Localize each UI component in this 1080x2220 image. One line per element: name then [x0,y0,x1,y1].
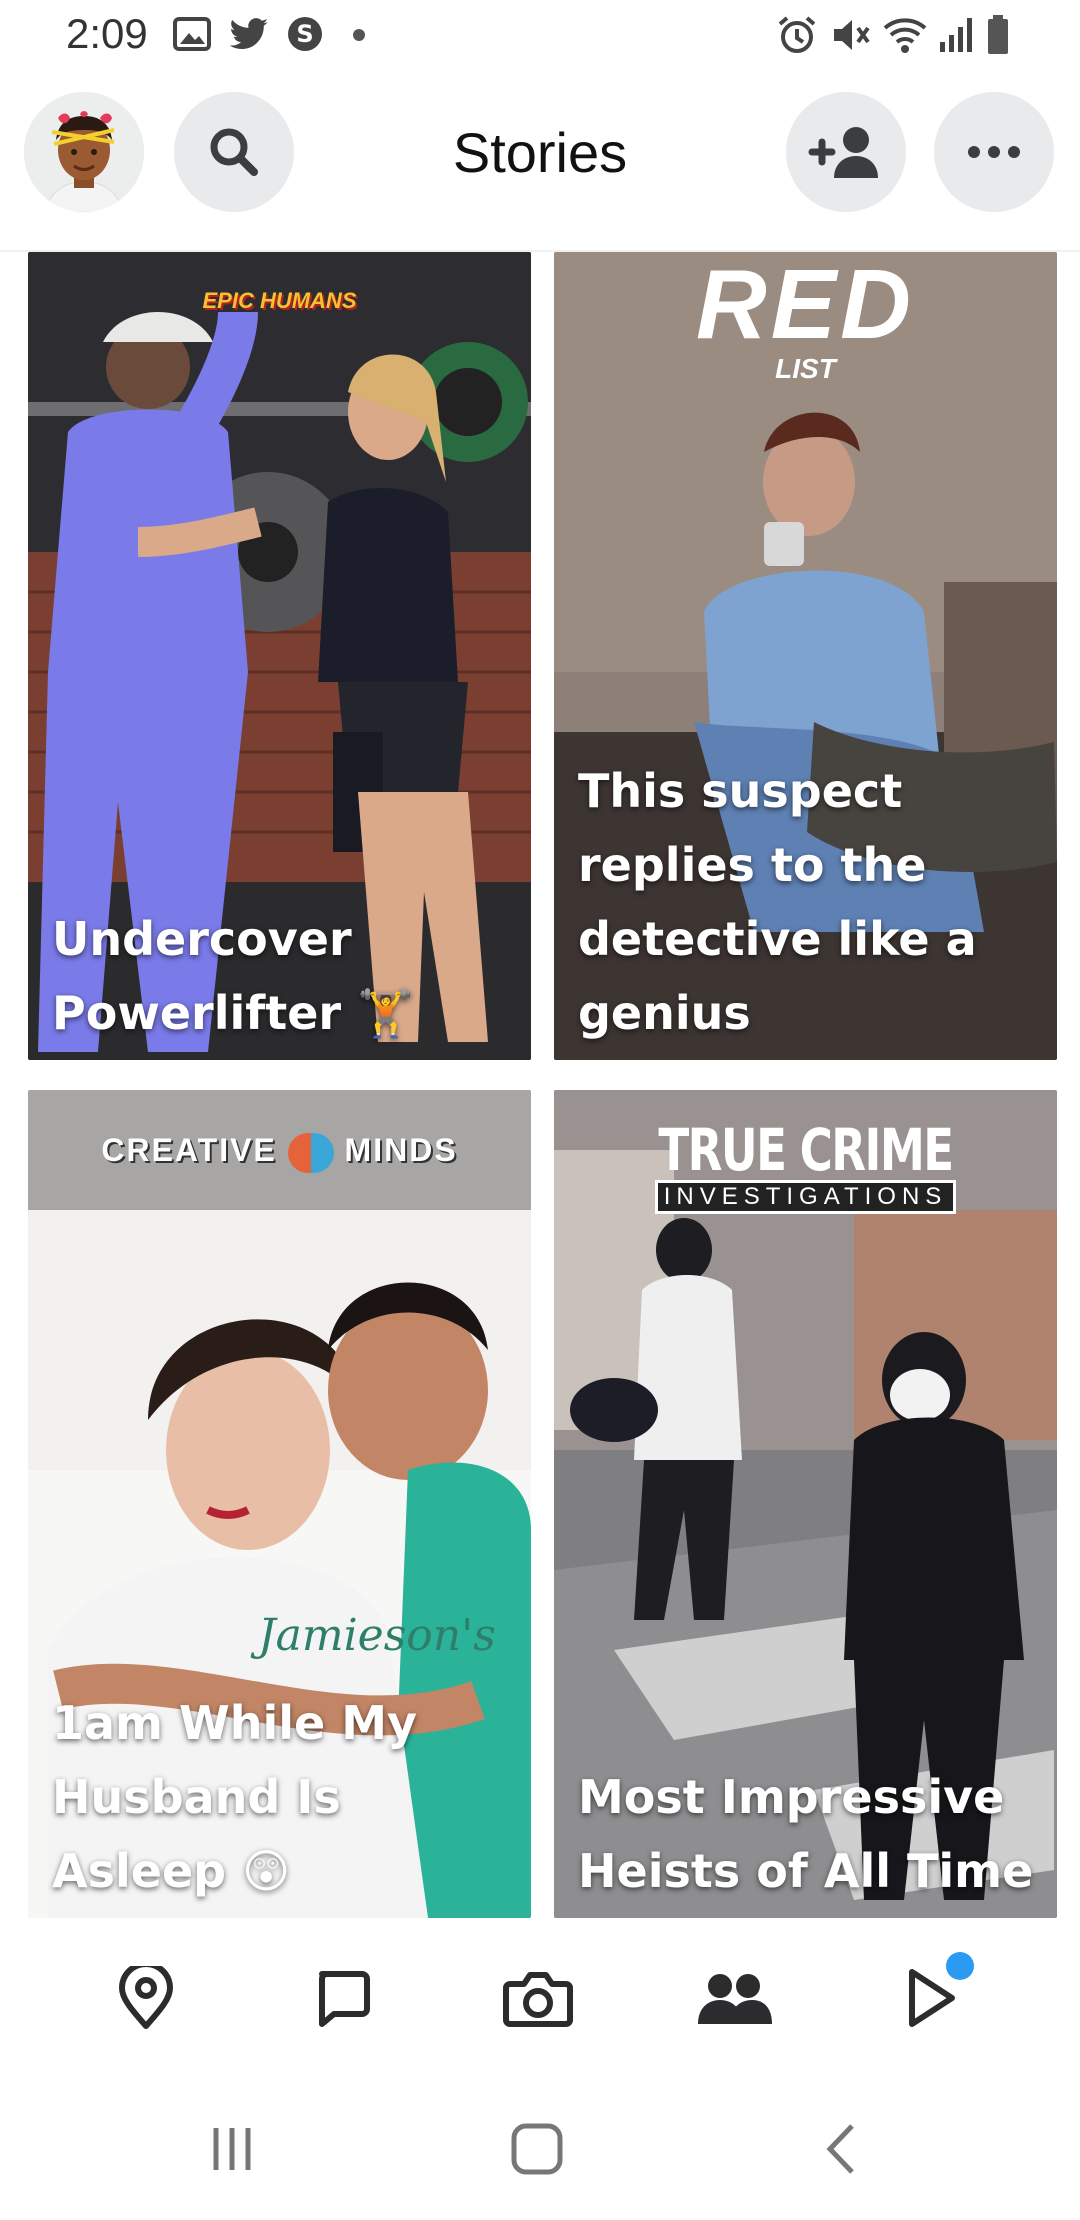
status-bar: 2:09 S [0,0,1080,72]
more-button[interactable] [934,92,1054,212]
mute-icon [834,20,870,50]
more-icon [968,146,1020,158]
story-caption: Most Impressive Heists of All Time [578,1770,1034,1898]
battery-icon [988,15,1008,54]
alarm-icon [778,16,816,53]
back-icon[interactable] [822,2122,862,2176]
nav-chat[interactable] [302,1958,382,2038]
add-friend-icon [808,127,878,178]
bottom-nav [0,1918,1080,2078]
page-title: Stories [452,121,628,184]
camera-icon [503,1972,573,2027]
image-icon [173,17,211,51]
home-icon[interactable] [510,2122,564,2176]
status-time: 2:09 [66,10,148,57]
story-brand-logo: EPIC HUMANS [202,288,357,313]
dot-icon [353,29,365,41]
nav-map[interactable] [106,1958,186,2038]
add-friend-button[interactable] [786,92,906,212]
twitter-icon [229,18,268,49]
recents-icon[interactable] [208,2124,258,2174]
svg-text:Jamieson's: Jamieson's [250,1610,496,1661]
story-tile[interactable]: TRUE CRIME INVESTIGATIONS Most Impressiv… [554,1090,1057,1918]
story-brand-logo: RED LIST [696,252,915,384]
nav-camera[interactable] [498,1958,578,2038]
story-tile[interactable]: RED LIST This suspect replies to the det… [554,252,1057,1060]
chat-icon [319,1971,370,2027]
notification-dot [946,1952,974,1980]
story-caption: Undercover Powerlifter 🏋 [52,912,415,1040]
nav-friends[interactable] [694,1958,774,2038]
brain-icon [287,1132,334,1173]
wifi-icon [883,18,927,53]
story-caption: 1am While My Husband Is Asleep 😲 [52,1696,417,1898]
story-brand-logo: TRUE CRIME INVESTIGATIONS [554,1120,1057,1214]
signal-icon [940,18,972,52]
svg-text:S: S [296,20,313,48]
story-tile[interactable]: EPIC HUMANS Undercover Powerlifter 🏋 [28,252,531,1060]
stash-icon: S [288,17,322,51]
story-brand-logo: CREATIVE MINDS [28,1132,531,1173]
friends-icon [698,1974,772,2024]
header: Stories [0,72,1080,250]
map-icon [119,1966,173,2029]
story-tile[interactable]: Jamieson's CREATIVE MINDS 1am While My H… [28,1090,531,1918]
system-nav [0,2078,1080,2220]
story-caption: This suspect replies to the detective li… [578,764,977,1040]
